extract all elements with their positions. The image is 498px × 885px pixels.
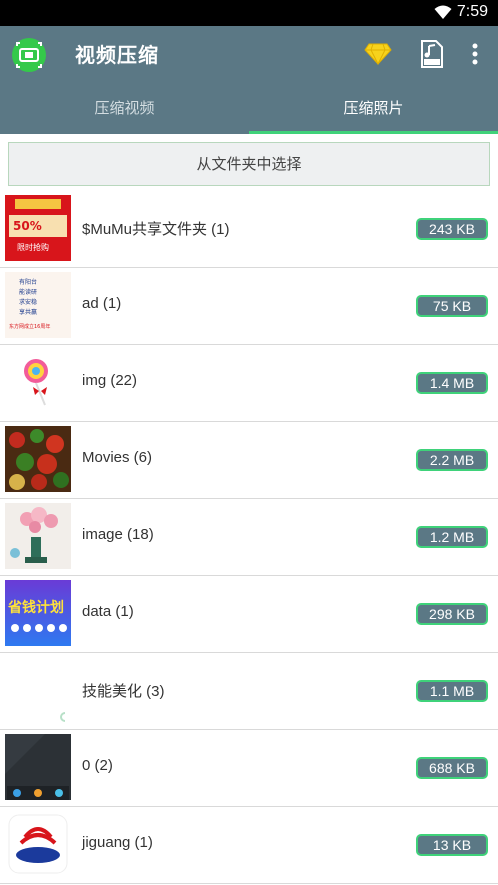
- thumb-mumu-line2: 限时抢购: [17, 242, 49, 252]
- folder-name: 技能美化 (3): [82, 683, 165, 700]
- folder-thumbnail: 有阳台 能读研 求安稳 享共赢 东方网成立16周年: [5, 272, 71, 338]
- mp3-convert-icon[interactable]: [419, 39, 445, 69]
- lollipop-icon: [5, 349, 71, 415]
- folder-list: 50% 限时抢购 $MuMu共享文件夹 (1) 243 KB 有阳台 能读研 求…: [0, 191, 498, 884]
- folder-name: jiguang (1): [82, 834, 153, 851]
- app-logo-icon: [12, 38, 46, 72]
- folder-size-badge: 1.2 MB: [416, 526, 488, 548]
- folder-row[interactable]: 0 (2) 688 KB: [0, 730, 498, 807]
- folder-thumbnail: 省钱计划: [5, 580, 71, 646]
- tab-compress-photo[interactable]: 压缩照片: [249, 83, 498, 134]
- folder-row[interactable]: 有阳台 能读研 求安稳 享共赢 东方网成立16周年 ad (1) 75 KB: [0, 268, 498, 345]
- folder-size-badge: 688 KB: [416, 757, 488, 779]
- folder-row[interactable]: img (22) 1.4 MB: [0, 345, 498, 422]
- folder-size-badge: 243 KB: [416, 218, 488, 240]
- choose-from-folder-button[interactable]: 从文件夹中选择: [8, 142, 490, 186]
- thumb-ad-line: 求安稳: [19, 298, 37, 306]
- thumb-ad-line: 能读研: [19, 288, 37, 296]
- thumb-ad-footer: 东方网成立16周年: [9, 323, 50, 330]
- folder-name: image (18): [82, 526, 154, 543]
- folder-thumbnail: [5, 657, 71, 723]
- folder-thumbnail: [5, 349, 71, 415]
- folder-row[interactable]: jiguang (1) 13 KB: [0, 807, 498, 884]
- thumb-ad-line: 有阳台: [19, 278, 37, 286]
- wifi-icon: [434, 5, 452, 19]
- tab-compress-video[interactable]: 压缩视频: [0, 83, 249, 134]
- folder-size-badge: 298 KB: [416, 603, 488, 625]
- folder-thumbnail: [5, 734, 71, 800]
- tab-bar: 压缩视频 压缩照片: [0, 83, 498, 134]
- status-bar: 7:59: [0, 0, 498, 26]
- folder-name: 0 (2): [82, 757, 113, 774]
- folder-row[interactable]: 省钱计划 data (1) 298 KB: [0, 576, 498, 653]
- folder-thumbnail: [5, 503, 71, 569]
- thumb-mumu-line1: 50%: [13, 219, 42, 233]
- more-options-icon[interactable]: [468, 42, 482, 66]
- app-bar: 视频压缩: [0, 26, 498, 83]
- folder-size-badge: 13 KB: [416, 834, 488, 856]
- folder-name: ad (1): [82, 295, 122, 312]
- folder-name: data (1): [82, 603, 134, 620]
- folder-size-badge: 1.4 MB: [416, 372, 488, 394]
- folder-row[interactable]: 50% 限时抢购 $MuMu共享文件夹 (1) 243 KB: [0, 191, 498, 268]
- folder-row[interactable]: Movies (6) 2.2 MB: [0, 422, 498, 499]
- folder-thumbnail: [5, 426, 71, 492]
- folder-thumbnail: 50% 限时抢购: [5, 195, 71, 261]
- app-title: 视频压缩: [75, 43, 159, 67]
- tab-indicator: [249, 131, 498, 134]
- folder-size-badge: 1.1 MB: [416, 680, 488, 702]
- jiguang-logo-icon: [8, 814, 68, 874]
- folder-name: Movies (6): [82, 449, 153, 466]
- folder-thumbnail: [5, 811, 71, 877]
- status-time: 7:59: [456, 3, 488, 20]
- premium-diamond-icon[interactable]: [364, 42, 392, 66]
- folder-row[interactable]: 技能美化 (3) 1.1 MB: [0, 653, 498, 730]
- folder-name: $MuMu共享文件夹 (1): [82, 221, 230, 238]
- thumb-ad-line: 享共赢: [19, 308, 37, 316]
- folder-size-badge: 2.2 MB: [416, 449, 488, 471]
- folder-row[interactable]: image (18) 1.2 MB: [0, 499, 498, 576]
- folder-size-badge: 75 KB: [416, 295, 488, 317]
- thumb-data-text: 省钱计划: [7, 599, 64, 616]
- folder-name: img (22): [82, 372, 138, 389]
